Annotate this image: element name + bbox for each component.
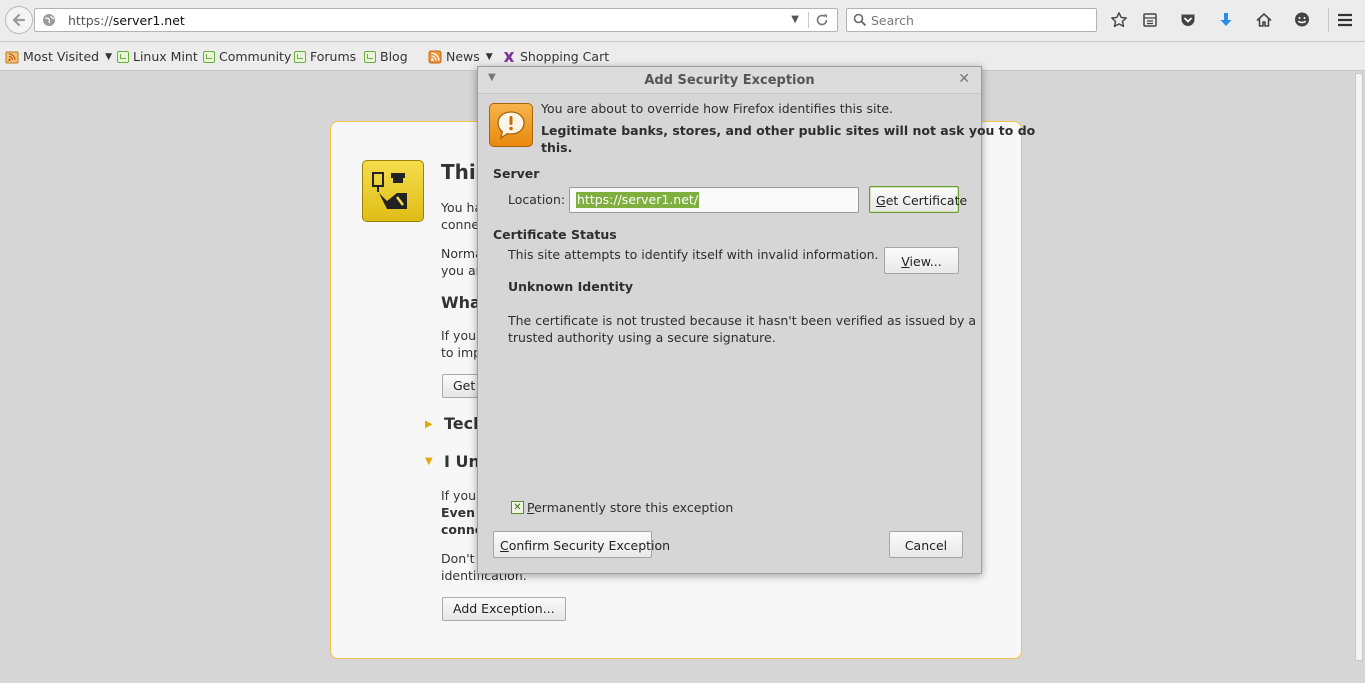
bookmark-label: News	[446, 49, 480, 64]
permanent-store-label[interactable]: Permanently store this exception	[527, 500, 733, 515]
untrusted-text: trusted authority using a secure signatu…	[508, 330, 776, 345]
bookmark-label: Linux Mint	[133, 49, 198, 64]
search-placeholder: Search	[871, 13, 914, 28]
warning-speech-bubble-icon	[489, 103, 533, 147]
error-text-line: you ar	[441, 263, 481, 278]
scrollbar-thumb[interactable]	[1355, 73, 1363, 661]
toolbar-divider	[1328, 8, 1329, 32]
bookmark-label: Community	[219, 49, 292, 64]
bookmark-label: Blog	[380, 49, 408, 64]
permanent-store-checkbox[interactable]: ✕	[511, 501, 524, 514]
url-text[interactable]: https://server1.net	[68, 13, 185, 28]
back-arrow-icon	[12, 13, 26, 27]
bookmark-label: Most Visited	[23, 49, 100, 64]
home-icon[interactable]	[1254, 10, 1274, 30]
untrusted-text: The certificate is not trusted because i…	[508, 313, 977, 328]
rss-icon	[428, 50, 442, 63]
pocket-icon[interactable]	[1178, 10, 1198, 30]
page-scrollbar[interactable]	[1354, 71, 1365, 683]
mint-icon	[203, 50, 215, 63]
navigation-toolbar: https://server1.net ▼ Search	[0, 0, 1365, 42]
dialog-title: Add Security Exception	[644, 73, 815, 88]
collapse-triangle-icon[interactable]: ▼	[425, 456, 433, 467]
chevron-down-icon: ▼	[105, 51, 113, 62]
url-bar[interactable]: https://server1.net ▼	[34, 8, 838, 32]
search-icon	[853, 13, 867, 30]
certificate-status-text: This site attempts to identify itself wi…	[508, 247, 879, 262]
cancel-button[interactable]: Cancel	[889, 531, 963, 558]
error-text-line: conne	[441, 217, 480, 232]
globe-icon	[42, 13, 56, 30]
bookmark-blog[interactable]: Blog	[364, 49, 408, 64]
dialog-warning-text: this.	[541, 140, 573, 155]
bookmark-news[interactable]: News ▼	[428, 49, 493, 64]
mint-icon	[117, 50, 129, 63]
rss-folder-icon	[5, 51, 19, 63]
url-divider	[808, 12, 809, 28]
error-text-line: If you	[441, 488, 477, 503]
bookmark-label: Forums	[310, 49, 357, 64]
dialog-warning-text: Legitimate banks, stores, and other publ…	[541, 123, 1036, 138]
bookmark-linux-mint[interactable]: Linux Mint	[117, 49, 198, 64]
bookmark-label: Shopping Cart	[520, 49, 610, 64]
certificate-status-heading: Certificate Status	[493, 227, 617, 242]
mint-icon	[364, 50, 376, 63]
location-input[interactable]: https://server1.net/	[569, 187, 859, 213]
search-bar[interactable]: Search	[846, 8, 1097, 32]
server-heading: Server	[493, 166, 540, 181]
error-text-line: to imp	[441, 345, 482, 360]
confirm-security-exception-button[interactable]: Confirm Security Exception	[493, 531, 670, 558]
error-text-line: Don't	[441, 551, 475, 566]
reading-list-icon[interactable]	[1140, 10, 1160, 30]
expand-triangle-icon[interactable]: ▶	[425, 419, 433, 430]
back-button[interactable]	[5, 6, 33, 34]
reload-icon[interactable]	[815, 13, 829, 30]
dialog-titlebar[interactable]: ▼ Add Security Exception ✕	[478, 67, 981, 94]
bookmark-star-icon[interactable]	[1109, 10, 1129, 30]
mint-icon	[294, 50, 306, 63]
bookmark-shopping-cart[interactable]: Shopping Cart	[502, 49, 609, 64]
download-icon[interactable]	[1216, 10, 1236, 30]
bookmark-most-visited[interactable]: Most Visited ▼	[5, 49, 112, 64]
error-text-line: You ha	[441, 200, 483, 215]
add-exception-button[interactable]: Add Exception...	[442, 597, 566, 621]
close-icon[interactable]: ✕	[958, 71, 970, 87]
error-text-line: If you	[441, 328, 477, 343]
bookmark-community[interactable]: Community	[203, 49, 291, 64]
view-certificate-button[interactable]: View...	[884, 247, 959, 274]
shopping-cart-icon	[504, 51, 514, 62]
chevron-down-icon: ▼	[485, 51, 493, 62]
dialog-intro-text: You are about to override how Firefox id…	[541, 101, 894, 116]
add-security-exception-dialog: ▼ Add Security Exception ✕ You are about…	[477, 66, 1035, 574]
unknown-identity-heading: Unknown Identity	[508, 279, 634, 294]
get-certificate-button[interactable]: Get Certificate	[869, 186, 967, 213]
location-label: Location:	[508, 192, 566, 207]
security-officer-icon	[362, 160, 424, 222]
understand-risks-heading[interactable]: I Un	[444, 452, 480, 471]
location-value[interactable]: https://server1.net/	[576, 192, 700, 208]
bookmark-forums[interactable]: Forums	[294, 49, 356, 64]
hello-chat-icon[interactable]	[1292, 10, 1312, 30]
url-history-dropdown-icon[interactable]: ▼	[791, 14, 799, 25]
hamburger-menu-icon[interactable]	[1335, 10, 1355, 30]
